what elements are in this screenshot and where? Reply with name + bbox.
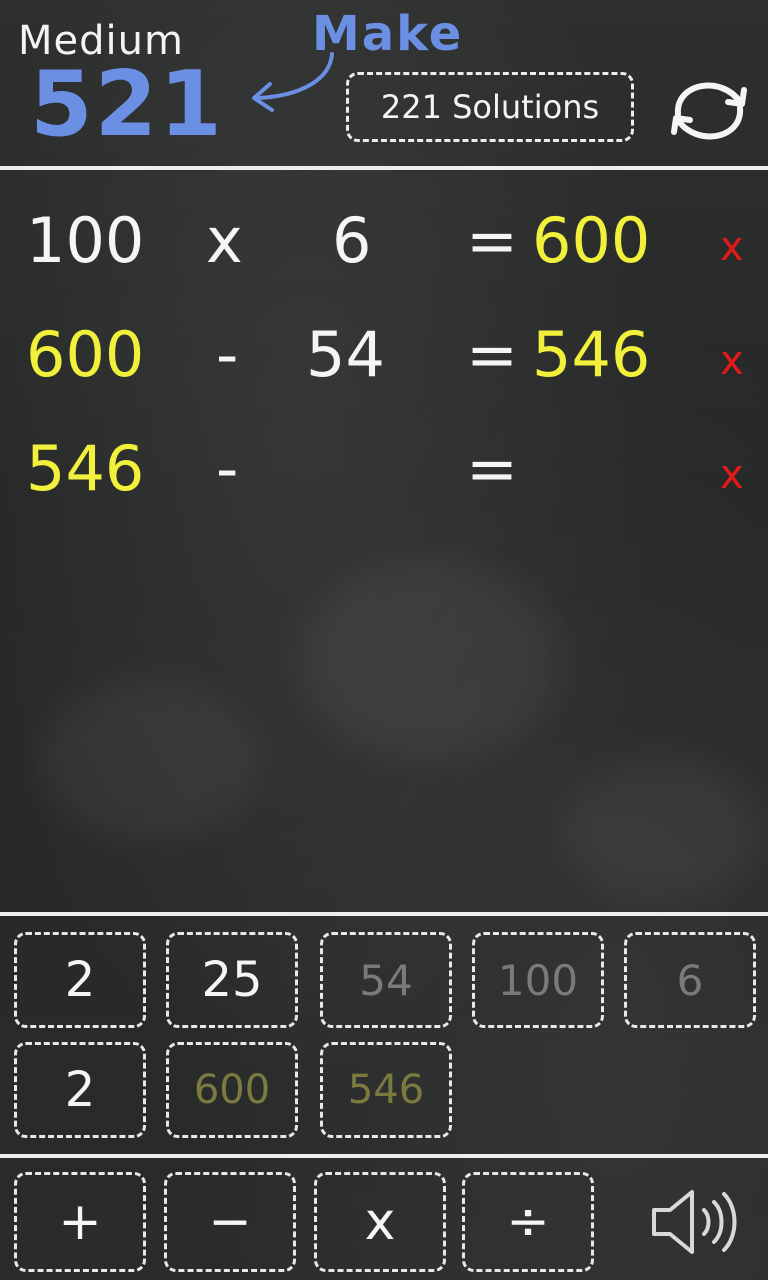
equation-operand-left[interactable]: 546 — [26, 434, 144, 504]
equation-operand-right[interactable]: 6 — [332, 206, 371, 276]
equation-equals: = — [466, 318, 518, 391]
operator-label: ÷ — [506, 1192, 550, 1252]
delete-equation-button[interactable]: x — [720, 326, 744, 396]
operator-label: + — [58, 1192, 102, 1252]
operator-label: x — [364, 1192, 396, 1252]
chalk-smudge — [40, 680, 260, 840]
chalk-smudge — [560, 760, 760, 900]
operator-label: − — [208, 1192, 252, 1252]
speaker-icon[interactable] — [648, 1182, 744, 1262]
add-operator-button[interactable]: + — [14, 1172, 146, 1272]
solutions-button[interactable]: 221 Solutions — [346, 72, 634, 142]
number-tile[interactable]: 546 — [320, 1042, 452, 1138]
multiply-operator-button[interactable]: x — [314, 1172, 446, 1272]
number-tile-value: 2 — [64, 952, 96, 1008]
delete-equation-button[interactable]: x — [720, 212, 744, 282]
divide-operator-button[interactable]: ÷ — [462, 1172, 594, 1272]
equation-operator[interactable]: - — [216, 434, 238, 504]
number-tile-value: 600 — [193, 1067, 271, 1113]
number-tile-value: 54 — [359, 955, 413, 1005]
equation-operator[interactable]: - — [216, 320, 238, 390]
number-tile[interactable]: 25 — [166, 932, 298, 1028]
number-tile-value: 25 — [201, 952, 263, 1008]
equation-result: 546 — [532, 318, 651, 391]
header-divider — [0, 166, 768, 170]
target-number: 521 — [30, 52, 224, 157]
equation-operand-right[interactable] — [306, 434, 436, 504]
number-tile[interactable]: 100 — [472, 932, 604, 1028]
refresh-icon[interactable] — [666, 74, 752, 146]
number-tile[interactable]: 600 — [166, 1042, 298, 1138]
number-tile-value: 100 — [497, 955, 579, 1005]
delete-equation-button[interactable]: x — [720, 440, 744, 510]
game-header: Medium 521 Make 221 Solutions — [0, 0, 768, 166]
chalk-smudge — [300, 560, 560, 760]
number-tile[interactable]: 2 — [14, 932, 146, 1028]
equation-result: 600 — [532, 204, 651, 277]
arrow-icon — [252, 52, 334, 112]
equation-equals: = — [466, 204, 518, 277]
equation-operator[interactable]: x — [206, 206, 243, 276]
subtract-operator-button[interactable]: − — [164, 1172, 296, 1272]
solutions-label: 221 Solutions — [380, 88, 600, 126]
number-tile-value: 546 — [347, 1067, 425, 1113]
number-tile[interactable]: 2 — [14, 1042, 146, 1138]
operators-divider — [0, 1154, 768, 1158]
equation-operand-right[interactable]: 54 — [306, 320, 385, 390]
equation-operand-left[interactable]: 100 — [26, 206, 144, 276]
equation-operand-left[interactable]: 600 — [26, 320, 144, 390]
equation-result — [532, 434, 682, 504]
numbers-divider — [0, 912, 768, 916]
number-tile[interactable]: 6 — [624, 932, 756, 1028]
equation-equals: = — [466, 432, 518, 505]
number-tile-value: 6 — [676, 955, 704, 1005]
number-tile[interactable]: 54 — [320, 932, 452, 1028]
number-tile-value: 2 — [64, 1062, 96, 1118]
